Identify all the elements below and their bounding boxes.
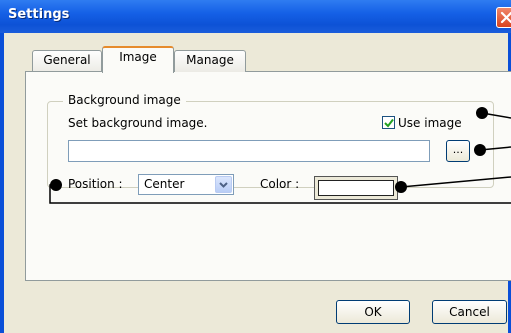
callout-use-image bbox=[476, 107, 511, 119]
callout-color bbox=[395, 176, 511, 193]
callout-annotations bbox=[49, 107, 511, 204]
tab-image-label: Image bbox=[119, 50, 157, 64]
tab-image[interactable]: Image bbox=[102, 46, 174, 73]
callout-browse bbox=[474, 144, 511, 156]
